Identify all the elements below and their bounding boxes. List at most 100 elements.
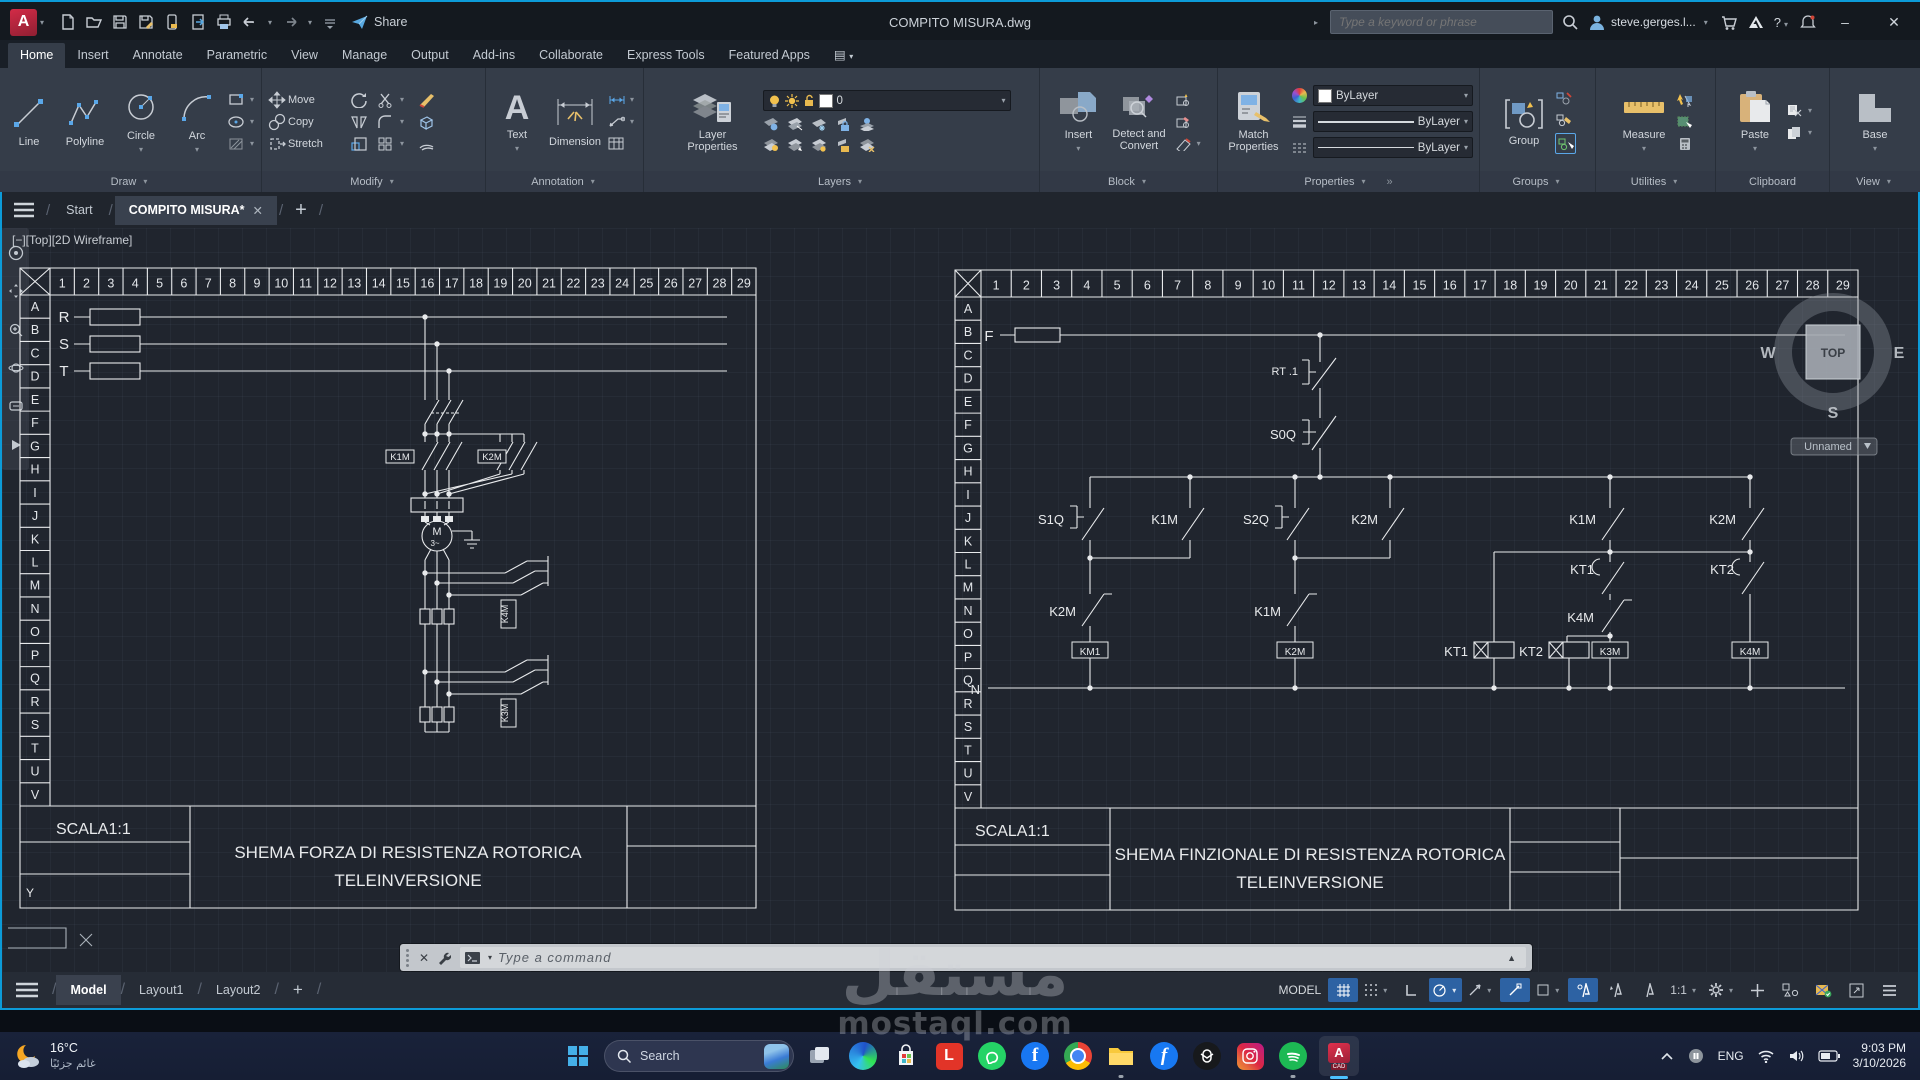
notification-bell-icon[interactable] xyxy=(1800,14,1816,31)
whatsapp-icon[interactable] xyxy=(975,1039,1009,1073)
save-icon[interactable] xyxy=(109,11,131,33)
ribbon-tab-annotate[interactable]: Annotate xyxy=(121,43,195,68)
viewcube-south[interactable]: S xyxy=(1828,405,1839,422)
ellipse-tool-button[interactable]: ▾ xyxy=(228,113,257,130)
instagram-icon[interactable] xyxy=(1233,1039,1267,1073)
command-input[interactable]: ▾ Type a command ▲ xyxy=(460,947,1526,968)
ribbon-tab-output[interactable]: Output xyxy=(399,43,461,68)
move-button[interactable]: Move xyxy=(268,91,340,109)
open-file-icon[interactable] xyxy=(83,11,105,33)
app-menu-caret-icon[interactable]: ▾ xyxy=(40,18,44,27)
layer-previous-icon[interactable] xyxy=(787,136,804,153)
status-customize-menu[interactable] xyxy=(1874,978,1904,1002)
help-button[interactable]: ?▾ xyxy=(1774,15,1791,30)
explode-icon[interactable] xyxy=(417,113,434,130)
layer-walk-icon[interactable] xyxy=(811,136,828,153)
fillet-button[interactable]: ▾ xyxy=(377,114,407,130)
panel-label-utilities[interactable]: Utilities▾ xyxy=(1596,171,1715,192)
annotation-scale-value[interactable]: 1:1▾ xyxy=(1667,978,1702,1002)
file-explorer-icon[interactable] xyxy=(1104,1039,1138,1073)
layer-properties-button[interactable]: Layer Properties xyxy=(673,88,753,155)
rotate-icon[interactable] xyxy=(350,91,367,108)
layer-state-icon[interactable] xyxy=(859,136,876,153)
clean-screen-button[interactable] xyxy=(1841,978,1871,1002)
new-drawing-tab-button[interactable]: + xyxy=(285,197,317,224)
file-tabs-menu-icon[interactable] xyxy=(12,201,38,219)
edit-block-button[interactable] xyxy=(1175,113,1204,130)
f-italic-app-icon[interactable]: f xyxy=(1147,1039,1181,1073)
start-button[interactable] xyxy=(561,1039,595,1073)
tab-layout1[interactable]: Layout1 xyxy=(125,975,197,1005)
insert-block-button[interactable]: Insert▾ xyxy=(1053,88,1103,155)
tab-layout2[interactable]: Layout2 xyxy=(202,975,274,1005)
new-file-icon[interactable] xyxy=(57,11,79,33)
ribbon-tab-featured-apps[interactable]: Featured Apps xyxy=(717,43,822,68)
base-view-button[interactable]: Base▾ xyxy=(1850,88,1900,155)
taskbar-search[interactable]: Search xyxy=(604,1040,794,1072)
measure-button[interactable]: Measure▾ xyxy=(1618,88,1670,155)
quick-select-button[interactable] xyxy=(1676,91,1693,108)
customization-gear-button[interactable]: ▾ xyxy=(1705,978,1739,1002)
edge-icon[interactable] xyxy=(846,1039,880,1073)
create-block-button[interactable] xyxy=(1175,91,1204,108)
line-tool-button[interactable]: Line xyxy=(4,93,54,150)
lineweight-dropdown[interactable]: ByLayer▾ xyxy=(1313,111,1473,132)
autocad-app-icon[interactable]: A xyxy=(10,9,37,36)
search-input[interactable] xyxy=(1330,10,1553,34)
layer-unlock2-icon[interactable] xyxy=(835,136,852,153)
command-close-icon[interactable]: ✕ xyxy=(414,948,434,968)
export-icon[interactable] xyxy=(187,11,209,33)
array-button[interactable]: ▾ xyxy=(377,136,407,152)
hatch-tool-button[interactable]: ▾ xyxy=(228,135,257,152)
panel-label-layers[interactable]: Layers▾ xyxy=(644,171,1039,192)
stretch-button[interactable]: Stretch xyxy=(268,135,340,153)
customize-qat-icon[interactable] xyxy=(319,11,341,33)
trim-button[interactable]: ▾ xyxy=(377,92,407,108)
search-highlight-thumbnail[interactable] xyxy=(764,1044,789,1069)
spotify-icon[interactable] xyxy=(1276,1039,1310,1073)
ribbon-tab-home[interactable]: Home xyxy=(8,43,65,68)
layer-freeze-icon[interactable] xyxy=(811,115,828,132)
annotation-autoscale-toggle[interactable] xyxy=(1601,978,1631,1002)
layer-dropdown[interactable]: 0 ▾ xyxy=(763,90,1011,111)
ribbon-tab-collaborate[interactable]: Collaborate xyxy=(527,43,615,68)
grid-display-toggle[interactable] xyxy=(1328,978,1358,1002)
select-similar-button[interactable] xyxy=(1676,113,1693,130)
ribbon-tab-view[interactable]: View xyxy=(279,43,330,68)
annotation-scale-icon[interactable] xyxy=(1634,978,1664,1002)
lineweight-display-toggle[interactable]: ▾ xyxy=(1533,978,1565,1002)
graphics-performance-button[interactable] xyxy=(1808,978,1838,1002)
offset-icon[interactable] xyxy=(417,135,434,152)
viewcube[interactable]: TOP W E S Unnamed xyxy=(1760,302,1904,455)
command-grip[interactable] xyxy=(400,949,414,967)
close-button[interactable]: ✕ xyxy=(1874,6,1914,38)
layer-off-icon[interactable] xyxy=(763,115,780,132)
file-tab-compito-misura[interactable]: COMPITO MISURA* ✕ xyxy=(115,196,277,225)
search-icon[interactable] xyxy=(1562,14,1579,31)
quick-calculator-button[interactable] xyxy=(1676,135,1693,152)
model-space-canvas[interactable]: [−][Top][2D Wireframe] xyxy=(0,228,1920,972)
linetype-dropdown[interactable]: ByLayer▾ xyxy=(1313,137,1473,158)
share-button[interactable]: Share xyxy=(351,14,407,30)
chrome-icon[interactable] xyxy=(1061,1039,1095,1073)
ribbon-tab-insert[interactable]: Insert xyxy=(65,43,120,68)
rectangle-tool-button[interactable]: ▾ xyxy=(228,91,257,108)
cart-icon[interactable] xyxy=(1720,14,1738,31)
scale-icon[interactable] xyxy=(350,135,367,152)
text-tool-button[interactable]: A Text▾ xyxy=(492,88,542,155)
dimension-tool-button[interactable]: Dimension xyxy=(548,93,602,150)
annotation-visibility-toggle[interactable] xyxy=(1568,978,1598,1002)
ribbon-tab-parametric[interactable]: Parametric xyxy=(195,43,279,68)
polyline-tool-button[interactable]: Polyline xyxy=(60,93,110,150)
task-view-button[interactable] xyxy=(803,1039,837,1073)
ribbon-display-toggle[interactable]: ▤ ▾ xyxy=(822,42,865,68)
viewcube-west[interactable]: W xyxy=(1760,345,1776,362)
dynamic-ucs-button[interactable] xyxy=(1742,978,1772,1002)
cut-button[interactable]: ▾ xyxy=(1786,102,1815,119)
microsoft-store-icon[interactable] xyxy=(889,1039,923,1073)
facebook-icon[interactable]: f xyxy=(1018,1039,1052,1073)
panel-label-modify[interactable]: Modify▾ xyxy=(262,171,485,192)
named-view-label[interactable]: Unnamed xyxy=(1804,441,1852,453)
ribbon-tab-express-tools[interactable]: Express Tools xyxy=(615,43,717,68)
autocad-taskbar-icon[interactable]: A CAD xyxy=(1319,1036,1359,1076)
